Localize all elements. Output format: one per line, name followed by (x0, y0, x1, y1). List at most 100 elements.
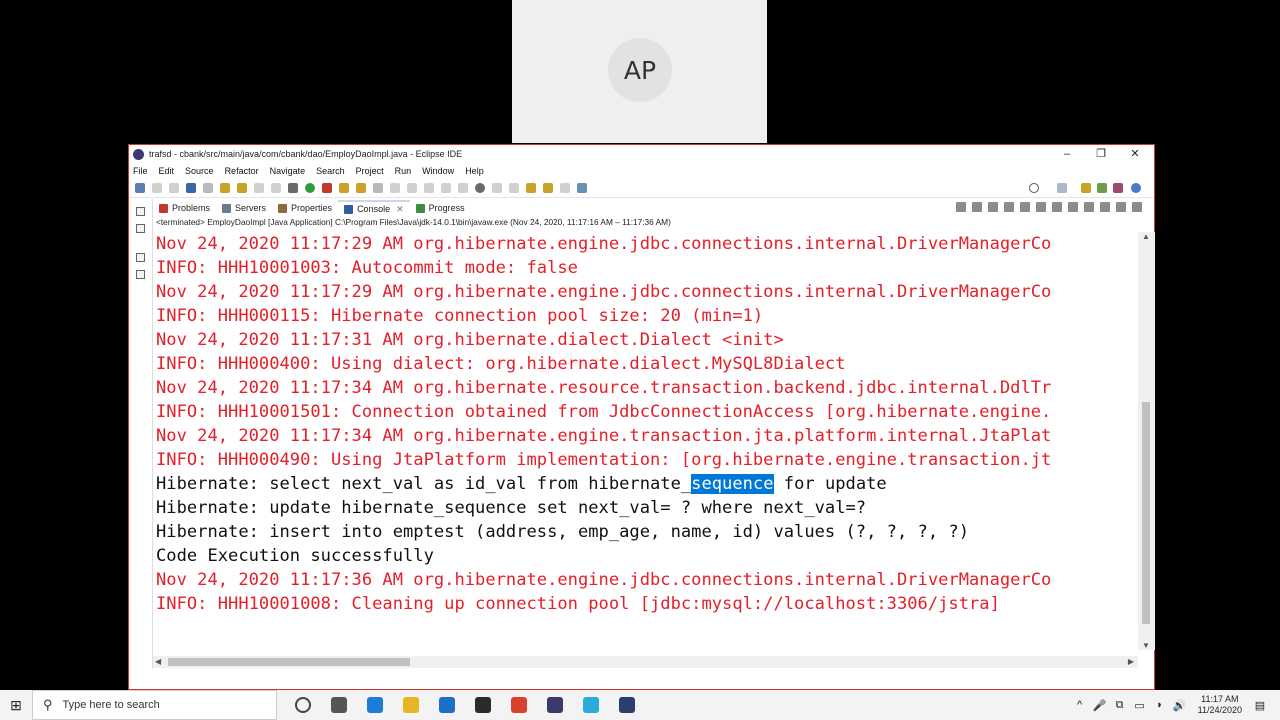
tray-icons: ^ 🎤 ⧉ ▭ ◗ 🔊 (1070, 699, 1190, 712)
file-explorer-icon[interactable] (403, 697, 419, 713)
notification-icon[interactable]: ▤ (1254, 699, 1266, 712)
tab-properties[interactable]: Properties (272, 200, 338, 216)
collapse-icon[interactable] (458, 182, 468, 193)
forward-icon[interactable] (543, 182, 553, 193)
remove-launch-icon[interactable] (972, 202, 982, 212)
last-edit-icon[interactable] (509, 182, 519, 193)
menu-help[interactable]: Help (465, 166, 484, 176)
terminal-icon[interactable] (475, 697, 491, 713)
eclipse-icon[interactable] (547, 697, 563, 713)
word-wrap-icon[interactable] (1020, 202, 1030, 212)
scroll-down-icon[interactable]: ▼ (1142, 641, 1150, 650)
prev-annotation-icon[interactable] (424, 182, 434, 193)
menu-project[interactable]: Project (356, 166, 384, 176)
print-icon[interactable] (186, 182, 196, 193)
taskbar-search[interactable]: ⚲ Type here to search (32, 690, 277, 720)
tab-console[interactable]: Console ✕ (338, 200, 410, 216)
record-icon[interactable] (475, 182, 485, 193)
restore-button[interactable]: ❐ (1084, 145, 1118, 162)
tray-icon-3[interactable]: ▭ (1134, 699, 1146, 712)
horizontal-scroll-thumb[interactable] (168, 658, 410, 666)
build-all-icon[interactable] (237, 182, 247, 193)
minimize-view-icon[interactable] (1116, 202, 1126, 212)
java-ee-perspective-icon[interactable] (1081, 183, 1091, 193)
console-output[interactable]: Nov 24, 2020 11:17:29 AM org.hibernate.e… (153, 232, 1138, 657)
perspective-icon[interactable] (1057, 183, 1067, 193)
pin-console-icon[interactable] (1068, 202, 1078, 212)
task-icon[interactable] (254, 182, 264, 193)
terminate-icon[interactable] (956, 202, 966, 212)
show-stderr-icon[interactable] (1052, 202, 1062, 212)
tray-icon-4[interactable]: ◗ (1154, 699, 1166, 711)
menu-refactor[interactable]: Refactor (225, 166, 259, 176)
vertical-scrollbar[interactable]: ▲ ▼ (1138, 232, 1155, 650)
open-console-icon[interactable] (1100, 202, 1110, 212)
mail-icon[interactable] (439, 697, 455, 713)
horizontal-scrollbar[interactable]: ◀ ▶ (153, 656, 1138, 668)
edge-icon[interactable] (367, 697, 383, 713)
debug-perspective-icon[interactable] (1113, 183, 1123, 193)
tab-servers[interactable]: Servers (216, 200, 272, 216)
web-perspective-icon[interactable] (1131, 183, 1141, 193)
menu-search[interactable]: Search (316, 166, 345, 176)
new-class-icon[interactable] (356, 182, 366, 193)
java-perspective-icon[interactable] (1097, 183, 1107, 193)
menu-file[interactable]: File (133, 166, 148, 176)
display-console-icon[interactable] (1084, 202, 1094, 212)
start-button[interactable]: ⊞ (0, 690, 32, 720)
open-type-icon[interactable] (373, 182, 383, 193)
marker-icon[interactable] (271, 182, 281, 193)
tray-icon-5[interactable]: 🔊 (1173, 699, 1187, 712)
search-tool-icon[interactable] (390, 182, 400, 193)
show-stdout-icon[interactable] (1036, 202, 1046, 212)
scroll-lock-icon[interactable] (1004, 202, 1014, 212)
new-icon[interactable] (135, 182, 145, 193)
tray-icon-1[interactable]: 🎤 (1093, 699, 1107, 712)
save-icon[interactable] (152, 182, 162, 193)
package-explorer-icon[interactable] (136, 207, 145, 216)
console-line-text: INFO: HHH10001501: Connection obtained f… (156, 402, 1052, 422)
menu-source[interactable]: Source (185, 166, 214, 176)
search-icon[interactable] (1029, 183, 1039, 193)
external-tools-icon[interactable] (322, 182, 332, 193)
outline-icon[interactable] (136, 224, 145, 233)
menu-run[interactable]: Run (395, 166, 412, 176)
annotation-icon[interactable] (407, 182, 417, 193)
cortana-icon[interactable] (295, 697, 311, 713)
task-view-icon[interactable] (331, 697, 347, 713)
back-icon[interactable] (526, 182, 536, 193)
maximize-view-icon[interactable] (1132, 202, 1142, 212)
close-console-tab-icon[interactable]: ✕ (396, 204, 404, 215)
console-line-text: Nov 24, 2020 11:17:31 AM org.hibernate.d… (156, 330, 784, 350)
next-icon[interactable] (560, 182, 570, 193)
pin-icon[interactable] (492, 182, 502, 193)
format-icon[interactable] (441, 182, 451, 193)
open-perspective-icon[interactable] (577, 182, 587, 193)
tray-icon-0[interactable]: ^ (1074, 699, 1086, 711)
tab-progress[interactable]: Progress (410, 200, 471, 216)
run-icon[interactable] (305, 182, 315, 193)
tray-icon-2[interactable]: ⧉ (1114, 699, 1126, 711)
restore-view-icon[interactable] (136, 253, 145, 262)
tab-problems[interactable]: Problems (153, 200, 216, 216)
menu-window[interactable]: Window (422, 166, 454, 176)
browser-icon[interactable] (583, 697, 599, 713)
scroll-right-icon[interactable]: ▶ (1128, 657, 1134, 666)
close-button[interactable]: ✕ (1118, 145, 1152, 162)
new-package-icon[interactable] (339, 182, 349, 193)
toggle-icon[interactable] (203, 182, 213, 193)
vertical-scroll-thumb[interactable] (1142, 402, 1150, 624)
clock[interactable]: 11:17 AM 11/24/2020 (1198, 694, 1242, 716)
save-all-icon[interactable] (169, 182, 179, 193)
vscode-icon[interactable] (619, 697, 635, 713)
scroll-left-icon[interactable]: ◀ (155, 657, 161, 666)
chrome-icon[interactable] (511, 697, 527, 713)
editor-icon[interactable] (136, 270, 145, 279)
menu-edit[interactable]: Edit (159, 166, 175, 176)
debug-icon[interactable] (288, 182, 298, 193)
remove-all-icon[interactable] (988, 202, 998, 212)
menu-navigate[interactable]: Navigate (270, 166, 306, 176)
scroll-up-icon[interactable]: ▲ (1142, 232, 1150, 241)
build-icon[interactable] (220, 182, 230, 193)
minimize-button[interactable]: – (1050, 145, 1084, 162)
